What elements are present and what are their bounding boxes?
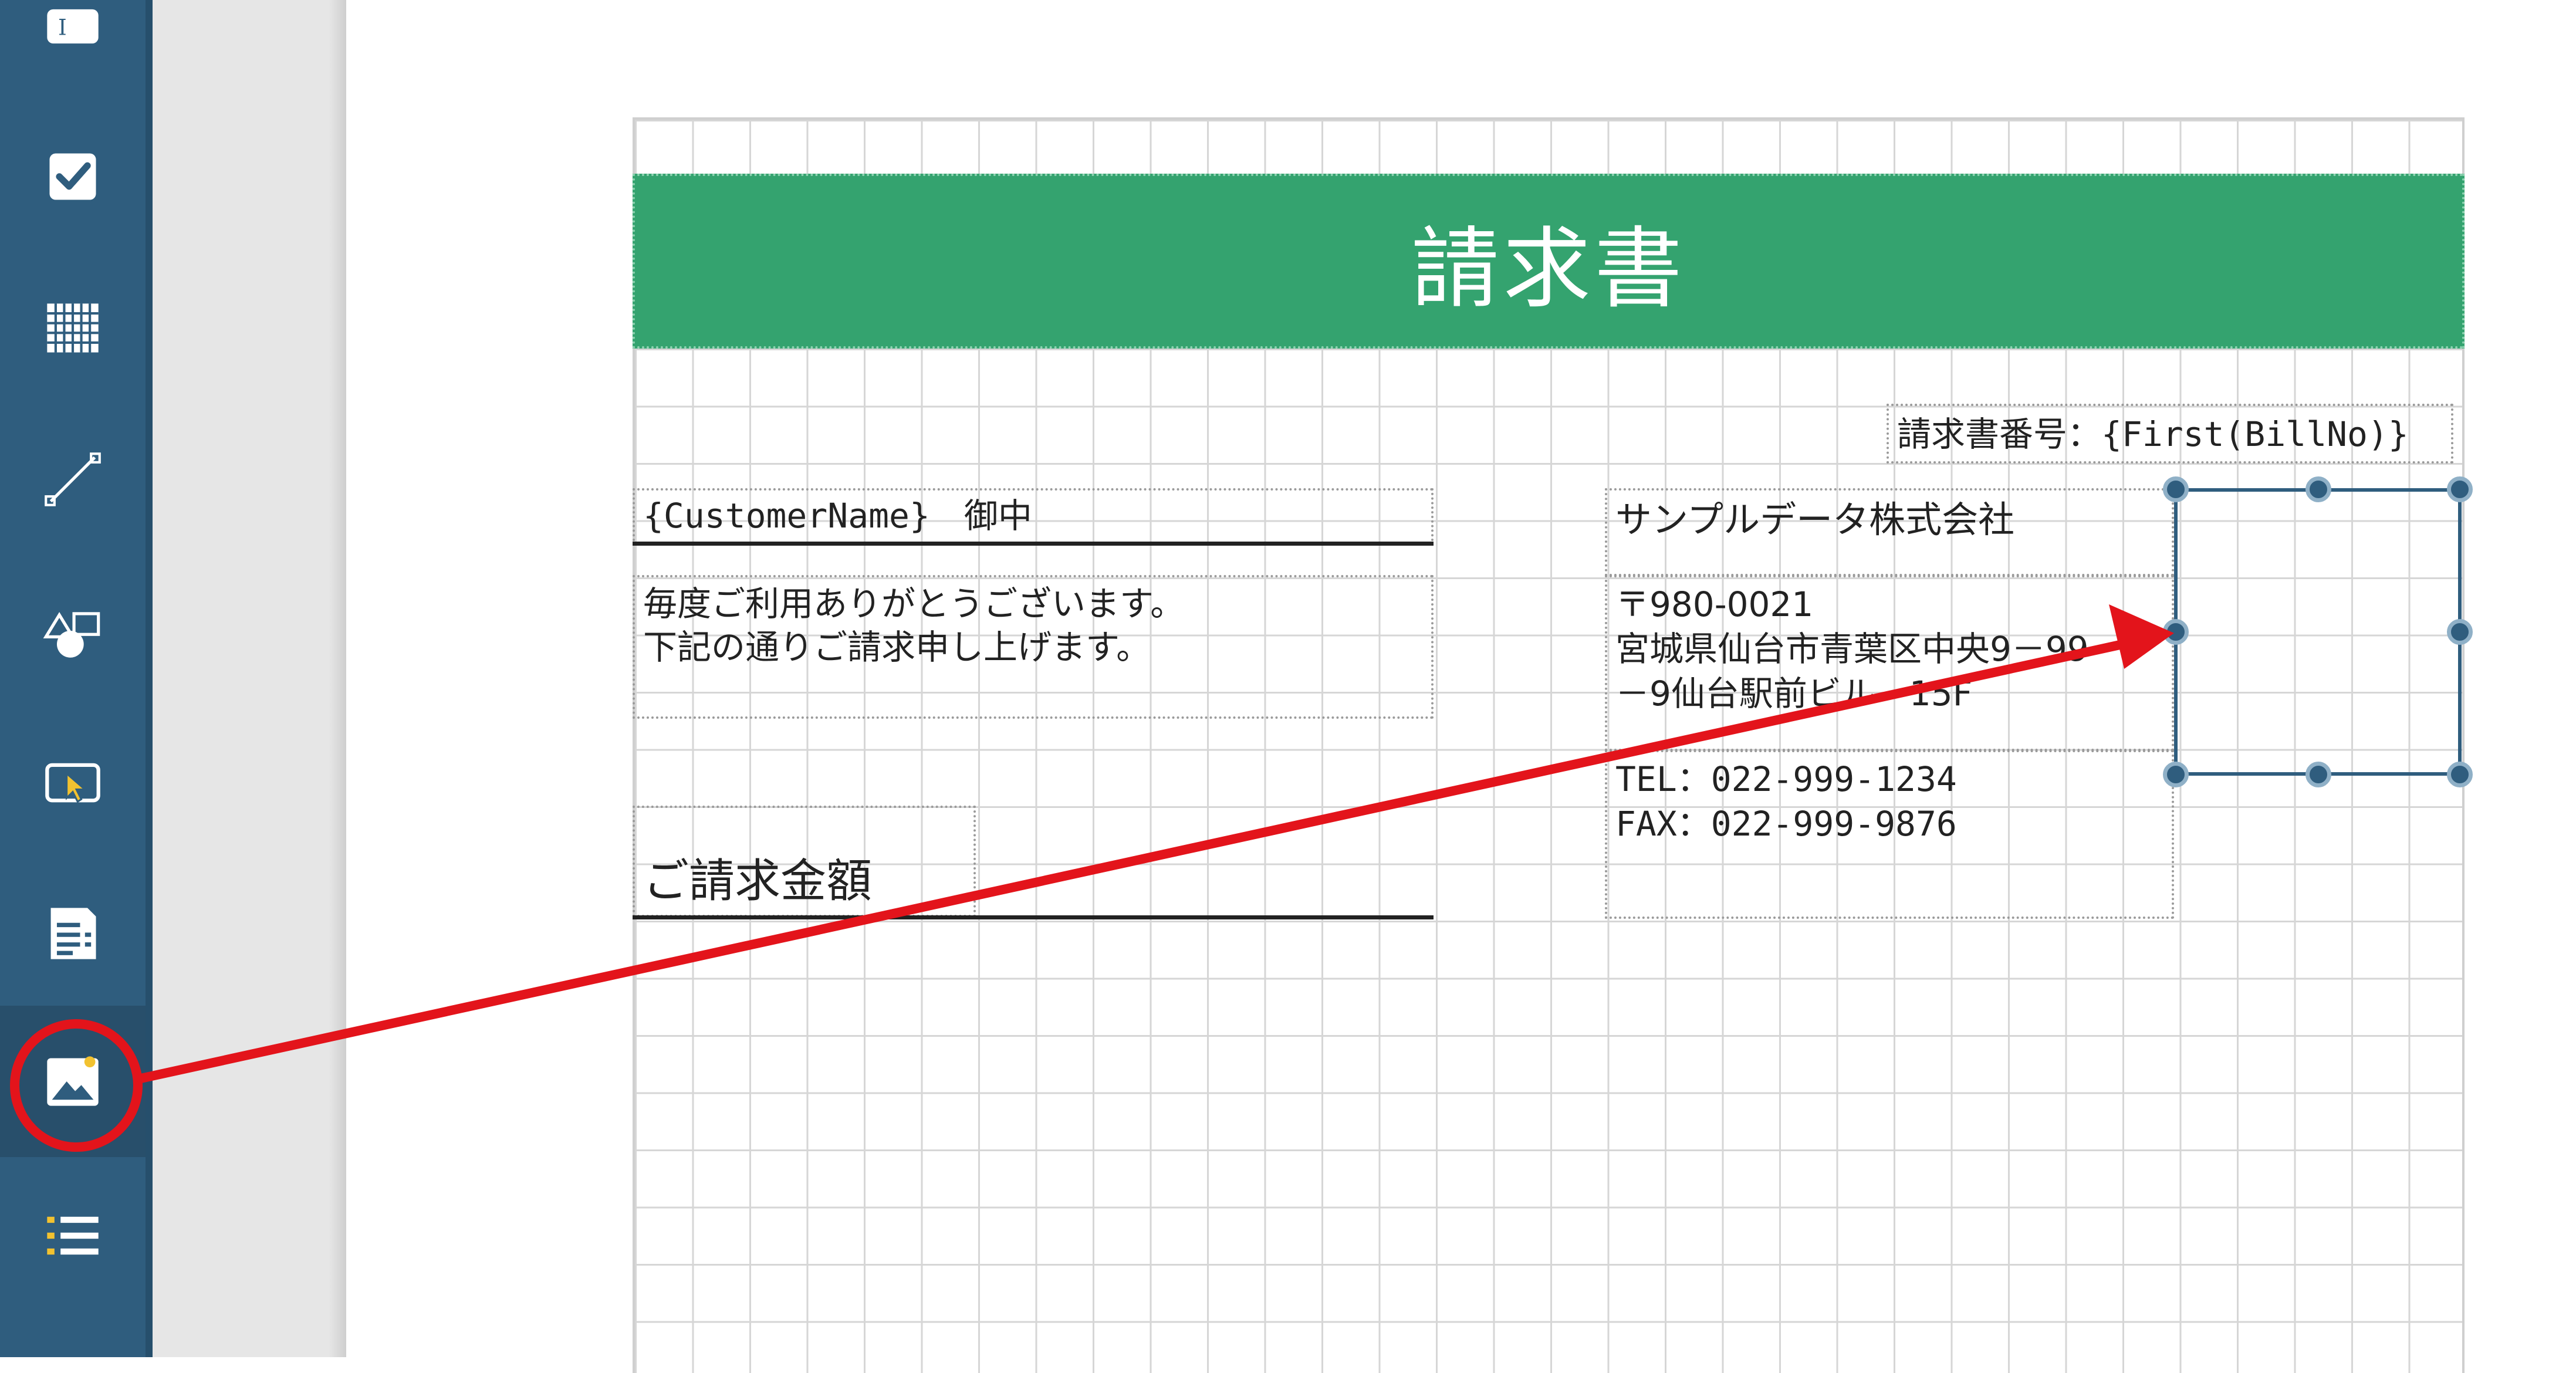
table-tool[interactable] (0, 252, 146, 404)
company-contact-field[interactable]: TEL：022-999-1234 FAX：022-999-9876 (1605, 750, 2174, 919)
company-address-field[interactable]: 〒980-0021 宮城県仙台市青葉区中央9－99 －9仙台駅前ビル 15F (1605, 575, 2174, 751)
table-icon (47, 303, 99, 353)
list-tool[interactable] (0, 1161, 146, 1312)
resize-handle-bottom-middle[interactable] (2305, 762, 2331, 787)
sidebar-edge (146, 0, 153, 1357)
amount-underline (633, 915, 1434, 919)
line-tool[interactable] (0, 404, 146, 555)
title-band[interactable]: 請求書 (633, 174, 2465, 349)
svg-text:I: I (58, 15, 67, 40)
customer-name-field[interactable]: {CustomerName} 御中 (633, 488, 1434, 546)
document-tool[interactable] (0, 858, 146, 1009)
customer-underline (633, 542, 1434, 546)
shapes-icon (43, 611, 100, 658)
resize-handle-top-left[interactable] (2163, 476, 2189, 502)
checkbox-tool[interactable] (0, 101, 146, 252)
resize-handle-middle-left[interactable] (2163, 619, 2189, 645)
resize-handle-middle-right[interactable] (2447, 619, 2473, 645)
text-icon: I (47, 9, 99, 44)
image-tool[interactable] (0, 1006, 146, 1157)
text-tool[interactable]: I (0, 0, 146, 102)
gutter-shadow (329, 0, 346, 1357)
panel-gutter (153, 0, 346, 1357)
document-icon (50, 908, 96, 959)
checkbox-icon (49, 153, 96, 200)
toolbox-sidebar: I (0, 0, 146, 1357)
resize-handle-top-middle[interactable] (2305, 476, 2331, 502)
select-area-icon (45, 763, 100, 803)
line-icon (45, 452, 101, 506)
company-name-field[interactable]: サンプルデータ株式会社 (1605, 488, 2174, 576)
resize-handle-bottom-right[interactable] (2447, 762, 2473, 787)
list-icon (47, 1216, 99, 1255)
report-title: 請求書 (1411, 218, 1686, 320)
image-icon (47, 1056, 99, 1106)
greeting-text[interactable]: 毎度ご利用ありがとうございます。 下記の通りご請求申し上げます。 (633, 575, 1434, 719)
image-placeholder-selected[interactable] (2174, 488, 2462, 776)
pointer-area-tool[interactable] (0, 706, 146, 858)
resize-handle-bottom-left[interactable] (2163, 762, 2189, 787)
shapes-tool[interactable] (0, 555, 146, 706)
billing-amount-label[interactable]: ご請求金額 (633, 806, 976, 917)
resize-handle-top-right[interactable] (2447, 476, 2473, 502)
bill-number-field[interactable]: 請求書番号：{First(BillNo)} (1887, 404, 2453, 464)
